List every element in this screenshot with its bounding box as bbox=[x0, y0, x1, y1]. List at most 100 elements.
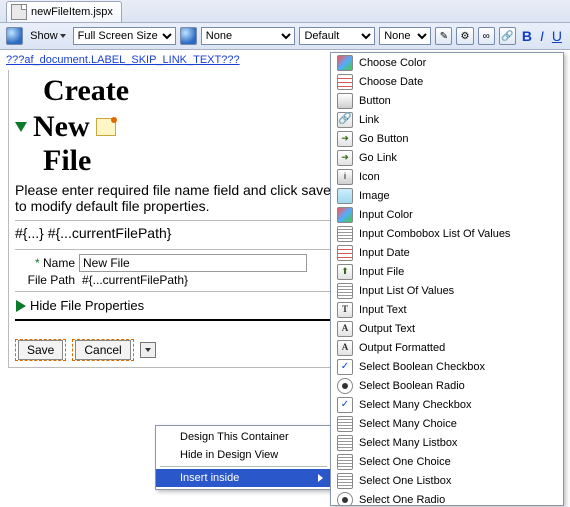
ctx-hide-design-view[interactable]: Hide in Design View bbox=[156, 446, 331, 464]
submenu-item[interactable]: Select Boolean Checkbox bbox=[331, 357, 563, 376]
expand-triangle-icon[interactable] bbox=[16, 300, 26, 312]
tool-icon-2[interactable]: ⚙ bbox=[456, 27, 473, 45]
submenu-item-label: Image bbox=[359, 190, 390, 202]
input-color-icon bbox=[337, 207, 353, 223]
input-file-icon: ⬆ bbox=[337, 264, 353, 280]
path-label: File Path bbox=[15, 273, 79, 287]
ctx-insert-inside[interactable]: Insert inside bbox=[156, 469, 331, 487]
submenu-item[interactable]: Image bbox=[331, 186, 563, 205]
submenu-item-label: Select Boolean Checkbox bbox=[359, 361, 485, 373]
go-button-icon: ➜ bbox=[337, 131, 353, 147]
select-one-radio-icon bbox=[337, 492, 353, 507]
submenu-item-label: Input Combobox List Of Values bbox=[359, 228, 510, 240]
button-icon bbox=[337, 93, 353, 109]
browser-icon[interactable] bbox=[6, 27, 23, 45]
style1-select[interactable]: None bbox=[201, 27, 296, 45]
submenu-item[interactable]: Input Combobox List Of Values bbox=[331, 224, 563, 243]
show-label: Show bbox=[30, 30, 58, 42]
design-toolbar: Show Full Screen Size None Default None … bbox=[0, 23, 570, 50]
submenu-item-label: Select One Radio bbox=[359, 494, 445, 506]
chevron-down-icon bbox=[145, 348, 151, 352]
submenu-item[interactable]: Select One Radio bbox=[331, 490, 563, 506]
show-menu-button[interactable]: Show bbox=[27, 29, 69, 43]
style2-select[interactable]: Default bbox=[299, 27, 375, 45]
submenu-arrow-icon bbox=[318, 474, 323, 482]
submenu-item[interactable]: Select Boolean Radio bbox=[331, 376, 563, 395]
submenu-item[interactable]: Output Formatted bbox=[331, 338, 563, 357]
submenu-item-label: Input Date bbox=[359, 247, 410, 259]
submenu-item[interactable]: 🔗 Link bbox=[331, 110, 563, 129]
note-icon[interactable] bbox=[96, 118, 116, 136]
cancel-button[interactable]: Cancel bbox=[72, 339, 133, 361]
tool-icon-3[interactable]: ∞ bbox=[478, 27, 495, 45]
select-many-listbox-icon bbox=[337, 435, 353, 451]
submenu-item[interactable]: Choose Date bbox=[331, 72, 563, 91]
disclosure-triangle-icon[interactable] bbox=[15, 122, 27, 132]
tab-filename: newFileItem.jspx bbox=[31, 6, 113, 18]
style3-select[interactable]: None bbox=[379, 27, 431, 45]
submenu-item[interactable]: Select Many Checkbox bbox=[331, 395, 563, 414]
input-list-of-values-icon bbox=[337, 283, 353, 299]
submenu-item[interactable]: Select One Choice bbox=[331, 452, 563, 471]
submenu-item-label: Link bbox=[359, 114, 379, 126]
italic-button[interactable]: I bbox=[538, 28, 546, 44]
dropdown-handle[interactable] bbox=[140, 342, 156, 358]
submenu-item[interactable]: iIcon bbox=[331, 167, 563, 186]
input-text-icon bbox=[337, 302, 353, 318]
tool-icon-4[interactable]: 🔗 bbox=[499, 27, 516, 45]
submenu-item[interactable]: Select One Listbox bbox=[331, 471, 563, 490]
hide-properties-label[interactable]: Hide File Properties bbox=[30, 298, 144, 313]
link-icon: 🔗 bbox=[337, 112, 353, 128]
output-formatted-icon bbox=[337, 340, 353, 356]
chevron-down-icon bbox=[60, 34, 66, 38]
locale-icon[interactable] bbox=[180, 27, 197, 45]
submenu-item-label: Button bbox=[359, 95, 391, 107]
submenu-item[interactable]: Input Text bbox=[331, 300, 563, 319]
submenu-item[interactable]: Select Many Listbox bbox=[331, 433, 563, 452]
submenu-item[interactable]: Input Date bbox=[331, 243, 563, 262]
editor-tab[interactable]: newFileItem.jspx bbox=[6, 1, 122, 22]
submenu-item-label: Output Formatted bbox=[359, 342, 445, 354]
submenu-item[interactable]: ➜Go Link bbox=[331, 148, 563, 167]
submenu-item-label: Choose Color bbox=[359, 57, 426, 69]
icon-icon: i bbox=[337, 169, 353, 185]
submenu-item[interactable]: Choose Color bbox=[331, 53, 563, 72]
go-link-icon: ➜ bbox=[337, 150, 353, 166]
select-many-checkbox-icon bbox=[337, 397, 353, 413]
screen-size-select[interactable]: Full Screen Size bbox=[73, 27, 176, 45]
name-input[interactable]: New File bbox=[79, 254, 307, 272]
submenu-item[interactable]: Output Text bbox=[331, 319, 563, 338]
context-menu: Design This Container Hide in Design Vie… bbox=[155, 425, 332, 490]
submenu-item-label: Output Text bbox=[359, 323, 415, 335]
select-boolean-radio-icon bbox=[337, 378, 353, 394]
submenu-item-label: Input Text bbox=[359, 304, 407, 316]
submenu-item[interactable]: Select Many Choice bbox=[331, 414, 563, 433]
underline-button[interactable]: U bbox=[550, 28, 564, 44]
submenu-item-label: Select One Choice bbox=[359, 456, 451, 468]
save-button[interactable]: Save bbox=[15, 339, 66, 361]
submenu-item-label: Select Boolean Radio bbox=[359, 380, 465, 392]
submenu-item-label: Choose Date bbox=[359, 76, 423, 88]
submenu-item[interactable]: ⬆ Input File bbox=[331, 262, 563, 281]
tool-icon-1[interactable]: ✎ bbox=[435, 27, 452, 45]
submenu-item-label: Go Button bbox=[359, 133, 409, 145]
insert-inside-submenu: Choose Color Choose Date Button 🔗 Link ➜ Go Bu… bbox=[330, 52, 564, 506]
output-text-icon bbox=[337, 321, 353, 337]
choose-date-icon bbox=[337, 74, 353, 90]
submenu-item[interactable]: Input Color bbox=[331, 205, 563, 224]
select-boolean-checkbox-icon bbox=[337, 359, 353, 375]
select-one-choice-icon bbox=[337, 454, 353, 470]
submenu-item-label: Select Many Listbox bbox=[359, 437, 457, 449]
input-combobox-list-of-values-icon bbox=[337, 226, 353, 242]
submenu-item-label: Input Color bbox=[359, 209, 413, 221]
bold-button[interactable]: B bbox=[520, 28, 534, 44]
image-icon bbox=[337, 188, 353, 204]
ctx-design-container[interactable]: Design This Container bbox=[156, 428, 331, 446]
submenu-item[interactable]: Input List Of Values bbox=[331, 281, 563, 300]
submenu-item[interactable]: Button bbox=[331, 91, 563, 110]
submenu-item-label: Input List Of Values bbox=[359, 285, 454, 297]
name-label: Name bbox=[43, 256, 75, 270]
submenu-item[interactable]: ➜ Go Button bbox=[331, 129, 563, 148]
submenu-item-label: Input File bbox=[359, 266, 404, 278]
submenu-item-label: Select One Listbox bbox=[359, 475, 451, 487]
